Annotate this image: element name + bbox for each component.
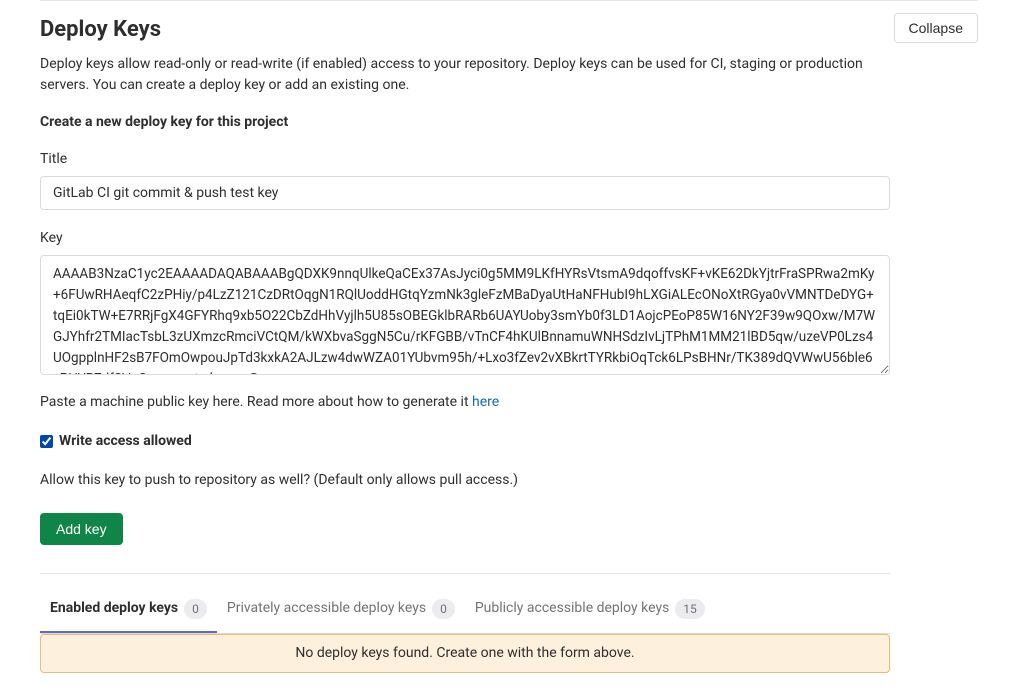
section-description: Deploy keys allow read-only or read-writ… [40,54,870,96]
tab-public-keys[interactable]: Publicly accessible deploy keys 15 [465,588,715,633]
private-count-badge: 0 [432,599,455,619]
write-access-help: Allow this key to push to repository as … [40,470,890,491]
form-subtitle: Create a new deploy key for this project [40,112,890,133]
generate-key-link[interactable]: here [472,394,499,410]
add-key-button[interactable]: Add key [40,513,123,545]
write-access-checkbox[interactable] [40,435,53,448]
empty-state-message: No deploy keys found. Create one with th… [40,634,890,673]
title-input[interactable] [40,176,890,210]
section-title: Deploy Keys [40,13,161,46]
title-label: Title [40,149,890,170]
tab-enabled-keys[interactable]: Enabled deploy keys 0 [40,588,217,633]
tab-private-keys[interactable]: Privately accessible deploy keys 0 [217,588,465,633]
tabs-container: Enabled deploy keys 0 Privately accessib… [40,588,890,634]
key-label: Key [40,228,890,249]
key-help-text: Paste a machine public key here. Read mo… [40,392,890,413]
write-access-label: Write access allowed [59,431,192,452]
public-count-badge: 15 [675,599,705,619]
key-textarea[interactable]: AAAAB3NzaC1yc2EAAAADAQABAAABgQDXK9nnqUlk… [40,255,890,375]
enabled-count-badge: 0 [184,599,207,619]
collapse-button[interactable]: Collapse [894,13,978,43]
